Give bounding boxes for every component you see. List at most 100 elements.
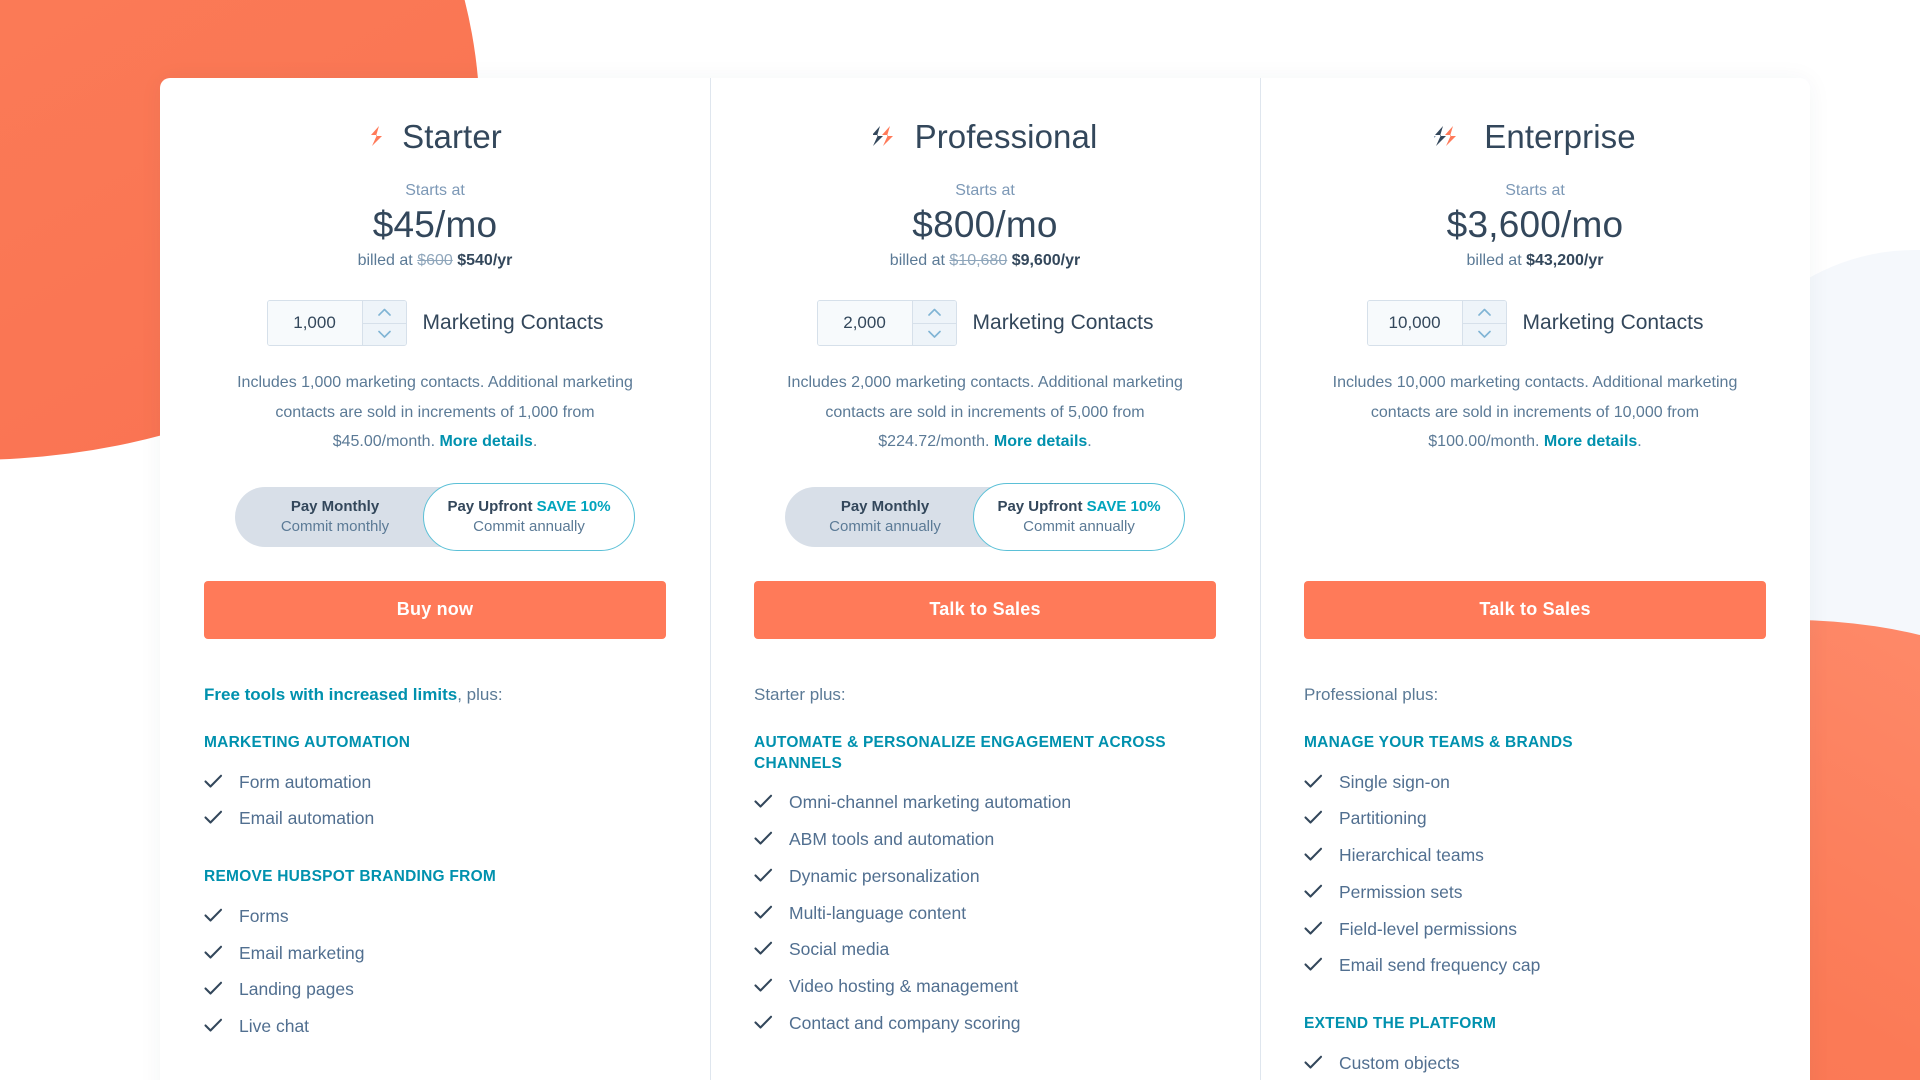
plan-column-enterprise: Enterprise Starts at $3,600/mo billed at $4… xyxy=(1260,78,1810,1080)
starts-at-label: Starts at xyxy=(405,182,465,199)
more-details-link[interactable]: More details xyxy=(994,433,1087,450)
more-details-link[interactable]: More details xyxy=(439,433,532,450)
check-icon xyxy=(1304,847,1323,861)
features-intro-link[interactable]: Free tools with increased limits xyxy=(204,685,457,704)
stepper-decrement-button[interactable] xyxy=(362,322,406,345)
feature-label: Email marketing xyxy=(239,942,365,963)
check-icon xyxy=(1304,884,1323,898)
cta-button-professional[interactable]: Talk to Sales xyxy=(754,580,1216,639)
stepper-decrement-button[interactable] xyxy=(1462,322,1506,345)
billed-current-price: $540/yr xyxy=(457,252,513,269)
feature-label: Video hosting & management xyxy=(789,976,1019,997)
feature-label: Email automation xyxy=(239,808,375,829)
more-details-link[interactable]: More details xyxy=(1544,433,1637,450)
marketing-contacts-label: Marketing Contacts xyxy=(422,311,604,334)
contacts-quantity-input[interactable]: 2,000 xyxy=(817,301,912,345)
contacts-desc-line-2: contacts are sold in increments of 1,000… xyxy=(275,403,595,421)
billed-line: billed at $600 $540/yr xyxy=(204,252,666,270)
contacts-stepper-row: 2,000 Marketing Contacts xyxy=(754,300,1216,346)
feature-item: ABM tools and automation xyxy=(754,821,1216,858)
check-icon xyxy=(1304,1055,1323,1069)
marketing-contacts-stepper[interactable]: 2,000 xyxy=(816,300,957,346)
marketing-contacts-stepper[interactable]: 1,000 xyxy=(266,300,407,346)
feature-group-title: AUTOMATE & PERSONALIZE ENGAGEMENT ACROSS… xyxy=(754,733,1166,772)
features-intro: Starter plus: xyxy=(754,683,1216,707)
stepper-increment-button[interactable] xyxy=(1462,301,1506,323)
pay-monthly-option[interactable]: Pay Monthly Commit annually xyxy=(785,497,985,538)
features-intro: Professional plus: xyxy=(1304,683,1766,707)
feature-label: Hierarchical teams xyxy=(1339,845,1484,865)
check-icon xyxy=(754,795,773,808)
pay-monthly-option[interactable]: Pay Monthly Commit monthly xyxy=(235,497,435,538)
more-details-period: . xyxy=(532,433,538,451)
feature-item: Permission sets xyxy=(1304,874,1766,911)
feature-group-gap xyxy=(204,837,666,867)
starts-at-label: Starts at xyxy=(1505,182,1565,199)
contacts-desc-line-1: Includes 2,000 marketing contacts. Addit… xyxy=(787,374,1183,391)
features-section: Starter plus: AUTOMATE & PERSONALIZE ENGA… xyxy=(754,683,1216,1042)
pay-upfront-option[interactable]: Pay Upfront SAVE 10% Commit annually xyxy=(423,482,635,551)
feature-label: Form automation xyxy=(239,771,372,792)
billing-term-toggle[interactable]: Pay Monthly Commit annually Pay Upfront SA… xyxy=(785,482,1185,551)
stepper-buttons xyxy=(1461,301,1506,345)
contacts-desc-line-1: Includes 10,000 marketing contacts. Addi… xyxy=(1332,374,1738,391)
plan-header-starter: Starter xyxy=(204,114,666,160)
pay-upfront-subtitle: Commit annually xyxy=(473,517,585,535)
check-icon xyxy=(204,945,223,959)
check-icon xyxy=(754,868,773,882)
billing-term-toggle[interactable]: Pay Monthly Commit monthly Pay Upfront SAV… xyxy=(235,482,635,551)
features-section: Free tools with increased limits, plus: M… xyxy=(204,683,666,1045)
top-left-gradient-fade xyxy=(0,0,130,500)
contacts-desc-line-2: contacts are sold in increments of 10,00… xyxy=(1370,403,1700,421)
check-icon xyxy=(1304,921,1323,935)
pay-upfront-option[interactable]: Pay Upfront SAVE 10% Commit annually xyxy=(973,482,1185,551)
pricing-card: Starter Starts at $45/mo billed at $600 $54… xyxy=(160,78,1810,1080)
feature-item: Multi-language content xyxy=(754,895,1216,932)
stepper-increment-button[interactable] xyxy=(912,301,956,323)
feature-item: Video hosting & management xyxy=(754,968,1216,1005)
feature-item: Custom objects xyxy=(1304,1045,1766,1080)
sprocket-three-icon xyxy=(1434,126,1457,146)
billed-prefix: billed at xyxy=(1466,252,1527,269)
billed-original-price: $600 xyxy=(417,252,453,269)
feature-item: Dynamic personalization xyxy=(754,858,1216,895)
feature-item: Contact and company scoring xyxy=(754,1005,1216,1042)
contacts-stepper-row: 1,000 Marketing Contacts xyxy=(204,300,666,346)
features-section: Professional plus: MANAGE YOUR TEAMS & BR… xyxy=(1304,683,1766,1080)
feature-label: Email send frequency cap xyxy=(1339,955,1541,976)
feature-label: Multi-language content xyxy=(789,902,967,923)
check-icon xyxy=(754,942,773,955)
chevron-up-icon xyxy=(927,308,941,316)
contacts-quantity-input[interactable]: 10,000 xyxy=(1367,301,1462,345)
stepper-increment-button[interactable] xyxy=(362,301,406,323)
marketing-contacts-stepper[interactable]: 10,000 xyxy=(1366,300,1507,346)
feature-group-title: MARKETING AUTOMATION xyxy=(204,733,411,751)
cta-button-starter[interactable]: Buy now xyxy=(204,580,666,639)
check-icon xyxy=(204,908,223,922)
check-icon xyxy=(754,831,773,845)
feature-group-title: REMOVE HUBSPOT BRANDING FROM xyxy=(204,868,497,885)
stepper-buttons xyxy=(361,301,406,345)
check-icon xyxy=(754,978,773,992)
check-icon xyxy=(754,905,773,919)
pay-upfront-title-row: Pay Upfront SAVE 10% xyxy=(974,497,1184,517)
contacts-quantity-input[interactable]: 1,000 xyxy=(267,301,362,345)
feature-item: Form automation xyxy=(204,764,666,801)
pay-monthly-title: Pay Monthly xyxy=(840,497,930,515)
pay-upfront-title-row: Pay Upfront SAVE 10% xyxy=(424,497,634,517)
marketing-contacts-label: Marketing Contacts xyxy=(972,311,1154,334)
plan-column-starter: Starter Starts at $45/mo billed at $600 $54… xyxy=(160,78,710,1080)
check-icon xyxy=(204,811,223,824)
pay-monthly-title: Pay Monthly xyxy=(290,497,380,515)
stepper-decrement-button[interactable] xyxy=(912,322,956,345)
cta-button-enterprise[interactable]: Talk to Sales xyxy=(1304,580,1766,639)
contacts-stepper-row: 10,000 Marketing Contacts xyxy=(1304,300,1766,346)
features-intro-text: Starter plus: xyxy=(754,684,846,704)
more-details-period: . xyxy=(1637,433,1642,451)
billed-current-price: $9,600/yr xyxy=(1011,252,1081,269)
save-badge: SAVE 10% xyxy=(536,497,611,515)
feature-label: Social media xyxy=(789,939,890,960)
marketing-contacts-label: Marketing Contacts xyxy=(1522,311,1704,334)
feature-group-title: MANAGE YOUR TEAMS & BRANDS xyxy=(1304,733,1573,751)
billed-line: billed at $43,200/yr xyxy=(1304,252,1766,270)
